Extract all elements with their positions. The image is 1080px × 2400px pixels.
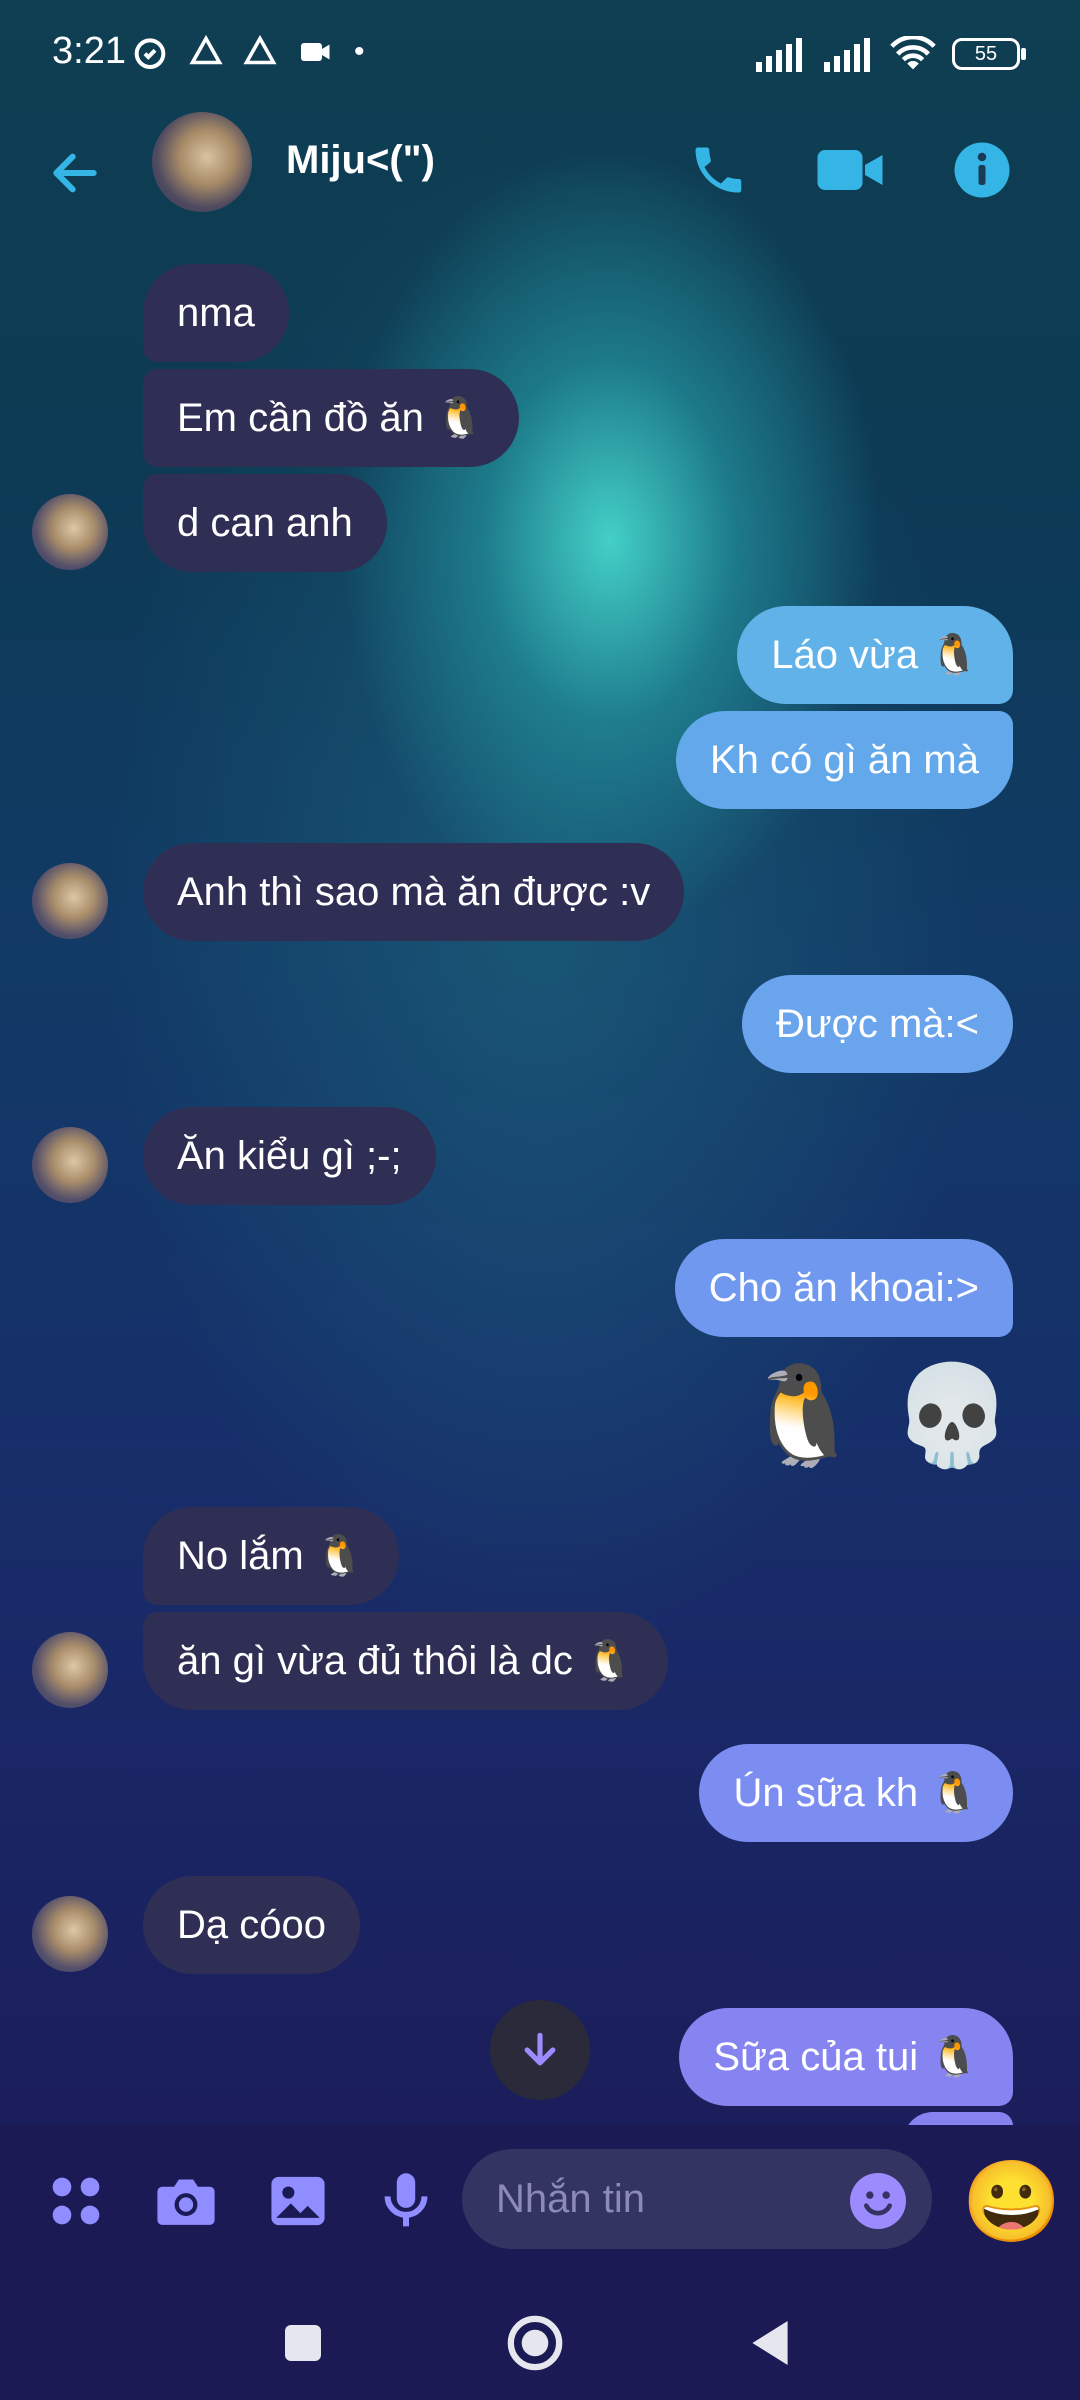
status-time: 3:21 <box>52 30 126 72</box>
message-composer: Nhắn tin 😀 <box>0 2125 1080 2275</box>
incoming-message[interactable]: Anh thì sao mà ăn được :v <box>143 843 685 941</box>
voice-call-button[interactable] <box>678 130 758 210</box>
incoming-message[interactable]: nma <box>143 264 289 362</box>
image-icon <box>271 2176 325 2226</box>
recent-apps-button[interactable] <box>273 2313 333 2373</box>
sender-avatar[interactable] <box>32 863 108 939</box>
incoming-message[interactable]: d can anh <box>143 474 387 572</box>
outgoing-message[interactable]: Được mà:< <box>741 975 1013 1073</box>
incoming-message[interactable]: Em cần đồ ăn 🐧 <box>143 369 519 467</box>
incoming-message[interactable]: ăn gì vừa đủ thôi là dc 🐧 <box>143 1612 668 1710</box>
message-list[interactable]: nma Em cần đồ ăn 🐧 d can anh Láo vừa 🐧 K… <box>0 240 1080 2125</box>
back-button[interactable] <box>45 138 105 208</box>
square-icon <box>285 2325 321 2361</box>
alarm-icon <box>134 38 166 69</box>
gallery-button[interactable] <box>258 2161 338 2241</box>
circle-home-icon <box>507 2315 563 2371</box>
emoji-message[interactable]: 🐧 💀 <box>742 1360 1013 1470</box>
video-record-icon <box>301 43 330 61</box>
signal-icon <box>824 38 870 72</box>
outgoing-message[interactable]: Kh có gì ăn mà <box>675 711 1013 809</box>
signal-icon <box>756 38 802 72</box>
phone-icon <box>695 147 742 193</box>
outgoing-message[interactable]: Ún sữa kh 🐧 <box>699 1744 1013 1842</box>
camera-icon <box>157 2179 215 2225</box>
arrow-left-icon <box>53 153 97 193</box>
sender-avatar[interactable] <box>32 494 108 570</box>
system-navigation-bar <box>0 2275 1080 2400</box>
sender-avatar[interactable] <box>32 1896 108 1972</box>
video-camera-icon <box>817 150 883 190</box>
notification-icons: • <box>130 32 365 72</box>
battery-level: 55 <box>974 42 998 65</box>
system-status: 55 <box>754 36 1026 72</box>
incoming-message[interactable]: Dạ cóoo <box>143 1876 360 1974</box>
dot-icon: • <box>354 35 365 68</box>
wifi-icon <box>890 36 936 70</box>
grid-dots-icon <box>52 2177 100 2225</box>
sender-avatar[interactable] <box>32 1127 108 1203</box>
incoming-message[interactable]: No lắm 🐧 <box>143 1507 399 1605</box>
sender-avatar[interactable] <box>32 1632 108 1708</box>
incoming-message[interactable]: Ăn kiểu gì ;-; <box>143 1107 436 1205</box>
camera-button[interactable] <box>146 2161 226 2241</box>
status-bar: 3:21 • 55 <box>0 0 1080 110</box>
drive-icon <box>189 34 223 65</box>
scroll-to-bottom-button[interactable] <box>490 2000 590 2100</box>
info-icon <box>954 142 1010 198</box>
outgoing-message-partial[interactable] <box>903 2112 1013 2125</box>
video-call-button[interactable] <box>810 130 890 210</box>
triangle-back-icon <box>752 2321 788 2365</box>
microphone-icon <box>384 2173 428 2227</box>
voice-message-button[interactable] <box>366 2161 446 2241</box>
outgoing-message[interactable]: Láo vừa 🐧 <box>737 606 1013 704</box>
contact-avatar[interactable] <box>152 112 252 212</box>
drive-icon <box>243 34 277 65</box>
outgoing-message[interactable]: Cho ăn khoai:> <box>674 1239 1013 1337</box>
back-nav-button[interactable] <box>740 2313 800 2373</box>
battery-icon: 55 <box>952 38 1026 70</box>
chat-header: Miju<(") <box>0 110 1080 240</box>
contact-name[interactable]: Miju<(") <box>286 138 435 183</box>
emoji-picker-button[interactable] <box>850 2173 906 2229</box>
info-button[interactable] <box>942 130 1022 210</box>
smile-icon <box>864 2191 892 2216</box>
quick-emoji-button[interactable]: 😀 <box>962 2157 1062 2247</box>
arrow-down-icon <box>524 2032 556 2066</box>
home-button[interactable] <box>505 2313 565 2373</box>
outgoing-message[interactable]: Sữa của tui 🐧 <box>679 2008 1013 2106</box>
more-actions-button[interactable] <box>36 2161 116 2241</box>
